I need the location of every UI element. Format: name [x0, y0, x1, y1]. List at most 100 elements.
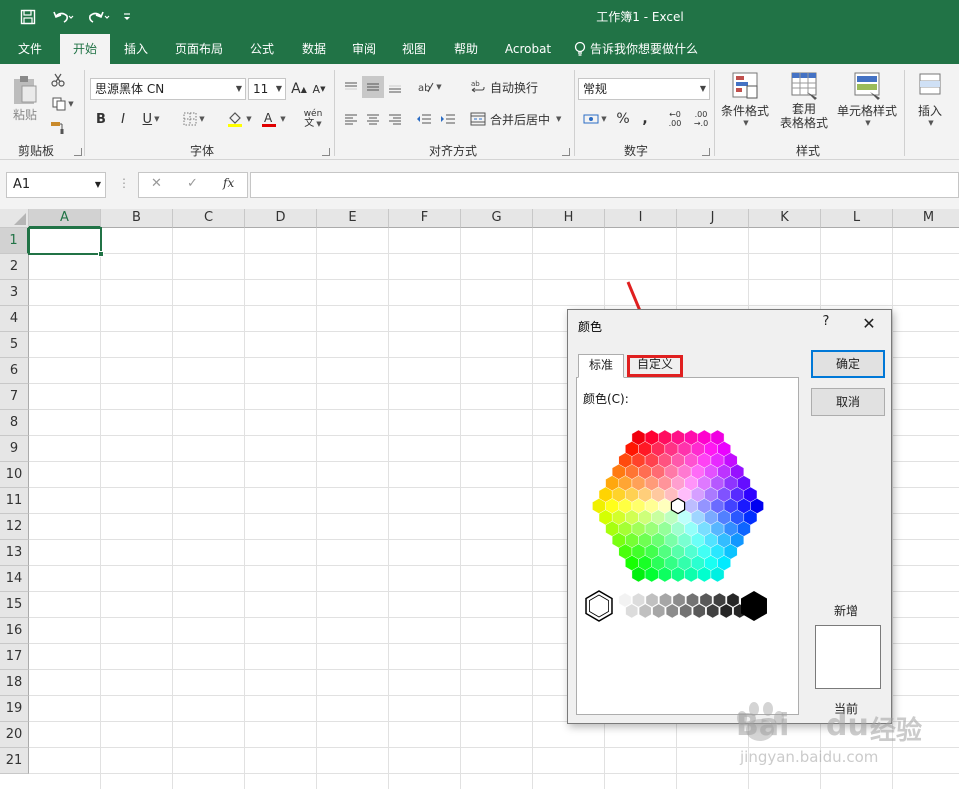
row-header-14[interactable]: 14: [0, 566, 29, 592]
grey-swatch[interactable]: [706, 603, 719, 619]
active-cell-a1[interactable]: [28, 227, 104, 257]
row-header-5[interactable]: 5: [0, 332, 29, 358]
align-right-icon[interactable]: [386, 108, 404, 130]
fill-color-button[interactable]: ▼: [222, 108, 256, 130]
tell-me-search[interactable]: 告诉我你想要做什么: [574, 34, 724, 64]
column-header-e[interactable]: E: [317, 209, 389, 228]
insert-cells-button[interactable]: 插入 ▼: [910, 70, 950, 134]
grey-swatch[interactable]: [618, 592, 632, 608]
tab-home[interactable]: 开始: [60, 34, 110, 64]
increase-indent-icon[interactable]: [438, 108, 458, 130]
row-header-1[interactable]: 1: [0, 228, 29, 254]
grey-swatch[interactable]: [686, 592, 699, 608]
row-header-7[interactable]: 7: [0, 384, 29, 410]
row-header-6[interactable]: 6: [0, 358, 29, 384]
column-header-g[interactable]: G: [461, 209, 533, 228]
font-launcher-icon[interactable]: [322, 148, 330, 156]
row-header-13[interactable]: 13: [0, 540, 29, 566]
tab-file[interactable]: 文件: [8, 34, 52, 64]
percent-button[interactable]: %: [614, 108, 632, 130]
font-name-combo[interactable]: 思源黑体 CN ▼: [90, 78, 246, 100]
column-header-a[interactable]: A: [29, 209, 101, 228]
confirm-entry-icon[interactable]: ✓: [187, 176, 198, 191]
increase-decimal-icon[interactable]: ←0.00: [664, 108, 686, 130]
increase-font-button[interactable]: A ▲: [290, 78, 308, 100]
tab-view[interactable]: 视图: [394, 34, 434, 64]
tab-standard[interactable]: 标准: [578, 354, 624, 378]
borders-button[interactable]: ▼: [178, 108, 210, 130]
name-box[interactable]: A1 ▼: [6, 172, 106, 198]
align-middle-icon[interactable]: [362, 76, 384, 98]
decrease-decimal-icon[interactable]: .00 →.0: [690, 108, 712, 130]
clipboard-launcher-icon[interactable]: [74, 148, 82, 156]
ok-button[interactable]: 确定: [811, 350, 885, 378]
row-header-2[interactable]: 2: [0, 254, 29, 280]
row-header-12[interactable]: 12: [0, 514, 29, 540]
insert-function-icon[interactable]: fx: [223, 176, 234, 190]
row-header-19[interactable]: 19: [0, 696, 29, 722]
grey-swatch[interactable]: [632, 592, 645, 608]
column-header-h[interactable]: H: [533, 209, 605, 228]
merge-center-button[interactable]: 合并后居中 ▼: [470, 108, 568, 130]
column-header-b[interactable]: B: [101, 209, 173, 228]
column-header-c[interactable]: C: [173, 209, 245, 228]
bold-button[interactable]: B: [92, 108, 110, 130]
row-header-16[interactable]: 16: [0, 618, 29, 644]
italic-button[interactable]: I: [114, 108, 132, 130]
redo-icon[interactable]: [82, 6, 114, 28]
customize-quick-access-icon[interactable]: [118, 6, 136, 28]
cancel-button[interactable]: 取消: [811, 388, 885, 416]
grey-swatch[interactable]: [652, 603, 665, 619]
tab-insert[interactable]: 插入: [116, 34, 156, 64]
row-header-9[interactable]: 9: [0, 436, 29, 462]
row-header-15[interactable]: 15: [0, 592, 29, 618]
grey-swatch[interactable]: [713, 592, 726, 608]
decrease-indent-icon[interactable]: [414, 108, 434, 130]
accounting-format-button[interactable]: ▼: [580, 108, 610, 130]
column-header-l[interactable]: L: [821, 209, 893, 228]
column-header-m[interactable]: M: [893, 209, 959, 228]
grey-swatch[interactable]: [672, 592, 686, 608]
align-left-icon[interactable]: [342, 108, 360, 130]
save-icon[interactable]: [14, 6, 42, 28]
decrease-font-button[interactable]: A ▼: [310, 78, 328, 100]
orientation-icon[interactable]: ab ▼: [414, 76, 446, 98]
alignment-launcher-icon[interactable]: [562, 148, 570, 156]
column-header-k[interactable]: K: [749, 209, 821, 228]
row-header-4[interactable]: 4: [0, 306, 29, 332]
align-top-icon[interactable]: [342, 76, 360, 98]
font-color-button[interactable]: A ▼: [256, 108, 290, 130]
row-header-17[interactable]: 17: [0, 644, 29, 670]
grey-swatch[interactable]: [692, 603, 706, 619]
grey-swatch[interactable]: [659, 592, 672, 608]
paste-button[interactable]: 粘贴: [8, 70, 42, 126]
grey-swatch[interactable]: [665, 603, 679, 619]
help-button[interactable]: ?: [818, 314, 834, 334]
formula-input[interactable]: [250, 172, 959, 198]
undo-icon[interactable]: [48, 6, 78, 28]
cell-styles-button[interactable]: 单元格样式 ▼: [836, 70, 898, 134]
conditional-formatting-button[interactable]: 条件格式 ▼: [720, 70, 770, 134]
number-format-combo[interactable]: 常规 ▼: [578, 78, 710, 100]
tab-data[interactable]: 数据: [294, 34, 334, 64]
color-hexagon-picker[interactable]: [577, 406, 800, 646]
grey-swatch[interactable]: [699, 592, 713, 608]
grey-swatch[interactable]: [679, 603, 692, 619]
tab-help[interactable]: 帮助: [446, 34, 486, 64]
comma-button[interactable]: ,: [636, 108, 654, 130]
fill-handle[interactable]: [98, 251, 104, 257]
number-launcher-icon[interactable]: [702, 148, 710, 156]
grey-swatch[interactable]: [625, 603, 638, 619]
grey-swatch[interactable]: [719, 603, 733, 619]
select-all-corner[interactable]: [0, 209, 29, 228]
column-header-f[interactable]: F: [389, 209, 461, 228]
format-painter-icon[interactable]: [48, 118, 68, 138]
column-header-j[interactable]: J: [677, 209, 749, 228]
row-header-20[interactable]: 20: [0, 722, 29, 748]
tab-review[interactable]: 审阅: [344, 34, 384, 64]
column-header-i[interactable]: I: [605, 209, 677, 228]
cut-icon[interactable]: [48, 70, 68, 90]
underline-button[interactable]: U ▼: [136, 108, 166, 130]
white-swatch[interactable]: [585, 590, 613, 622]
row-header-11[interactable]: 11: [0, 488, 29, 514]
